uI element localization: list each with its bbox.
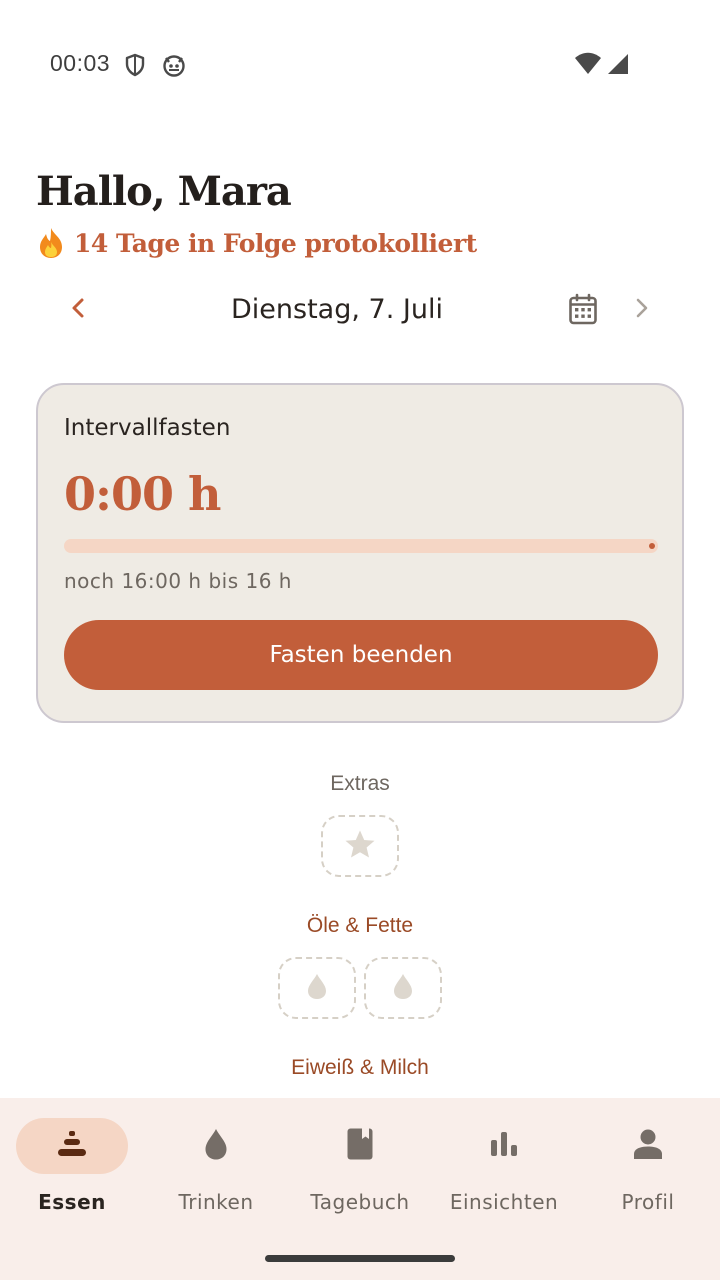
star-icon [344, 829, 376, 863]
drop-icon [203, 1127, 229, 1165]
nav-item-profil[interactable]: Profil [576, 1118, 720, 1228]
fasting-progress-end-marker [649, 543, 655, 549]
status-bar: 00:03 [0, 0, 720, 130]
status-time: 00:03 [50, 50, 111, 76]
wifi-icon [574, 52, 602, 80]
food-stack-icon [55, 1129, 89, 1163]
nav-label: Tagebuch [310, 1190, 410, 1214]
date-navigation: Dienstag, 7. Juli [0, 282, 720, 338]
chevron-right-icon [632, 296, 652, 324]
nav-icon-holder [448, 1118, 560, 1174]
section-label-protein: Eiweiß & Milch [291, 1056, 429, 1079]
person-icon [632, 1128, 664, 1164]
flame-icon [36, 226, 66, 260]
fasting-progress-bar [64, 539, 658, 553]
status-right-icons [574, 52, 630, 80]
nav-label: Trinken [178, 1190, 254, 1214]
cell-signal-icon [606, 52, 630, 80]
cat-face-icon [161, 52, 187, 78]
nav-label: Essen [38, 1190, 106, 1214]
nav-item-essen[interactable]: Essen [0, 1118, 144, 1228]
bar-chart-icon [489, 1130, 519, 1162]
drop-icon [392, 972, 414, 1004]
next-day-button[interactable] [622, 290, 662, 330]
nav-label: Profil [621, 1190, 675, 1214]
nav-item-trinken[interactable]: Trinken [144, 1118, 288, 1228]
greeting-title: Hallo, Mara [36, 168, 292, 215]
fasting-elapsed-time: 0:00 h [64, 467, 221, 521]
fasting-title: Intervallfasten [64, 415, 231, 441]
streak-banner: 14 Tage in Folge protokolliert [36, 226, 477, 260]
nav-icon-holder [304, 1118, 416, 1174]
nav-item-einsichten[interactable]: Einsichten [432, 1118, 576, 1228]
drop-icon [306, 972, 328, 1004]
oils-slot-2[interactable] [364, 957, 442, 1019]
fasting-card: Intervallfasten 0:00 h noch 16:00 h bis … [36, 383, 684, 723]
home-indicator[interactable] [265, 1255, 455, 1262]
shield-icon [122, 52, 148, 78]
nav-icon-holder [592, 1118, 704, 1174]
calendar-button[interactable] [562, 290, 604, 332]
end-fasting-button[interactable]: Fasten beenden [64, 620, 658, 690]
nav-item-tagebuch[interactable]: Tagebuch [288, 1118, 432, 1228]
nav-label: Einsichten [449, 1190, 559, 1214]
journal-icon [346, 1127, 374, 1165]
oils-slot-1[interactable] [278, 957, 356, 1019]
extras-slot[interactable] [321, 815, 399, 877]
streak-text: 14 Tage in Folge protokolliert [74, 228, 477, 258]
bottom-navigation: Essen Trinken Tagebuch Einsichten Profil [0, 1098, 720, 1280]
calendar-icon [568, 293, 598, 329]
nav-icon-holder [160, 1118, 272, 1174]
nav-active-indicator [16, 1118, 128, 1174]
section-label-oils: Öle & Fette [306, 914, 414, 937]
section-label-extras: Extras [330, 772, 390, 795]
fasting-remaining: noch 16:00 h bis 16 h [64, 569, 292, 593]
